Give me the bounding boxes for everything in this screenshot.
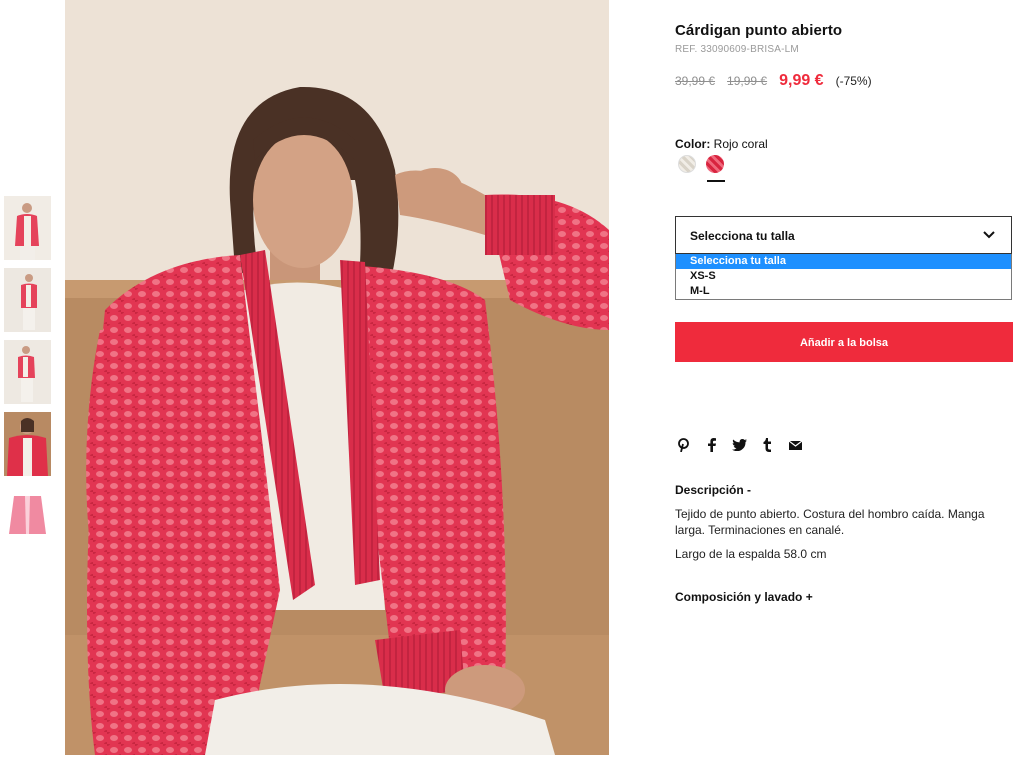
- size-options-list: Selecciona tu talla XS-S M-L: [675, 254, 1012, 300]
- size-select-value: Selecciona tu talla: [690, 229, 795, 243]
- share-icons: [675, 437, 803, 453]
- current-price: 9,99 €: [779, 72, 824, 89]
- add-to-bag-button[interactable]: Añadir a la bolsa: [675, 322, 1013, 362]
- description-heading[interactable]: Descripción -: [675, 483, 751, 497]
- thumbnail-gallery: [4, 196, 51, 556]
- size-option[interactable]: M-L: [676, 284, 1011, 299]
- thumbnail-5[interactable]: [4, 484, 51, 548]
- size-select[interactable]: Selecciona tu talla: [675, 216, 1012, 254]
- original-price: 39,99 €: [675, 74, 716, 88]
- color-swatch-crudo[interactable]: [678, 155, 696, 173]
- thumbnail-2[interactable]: [4, 268, 51, 332]
- color-label: Color:: [675, 137, 711, 151]
- previous-price: 19,99 €: [727, 74, 768, 88]
- product-reference: REF. 33090609-BRISA-LM: [675, 44, 799, 55]
- color-label-row: Color: Rojo coral: [675, 137, 768, 151]
- color-swatch-rojo-coral[interactable]: [706, 155, 725, 182]
- chevron-down-icon: [983, 231, 995, 239]
- product-main-image: [65, 0, 609, 755]
- thumbnail-1[interactable]: [4, 196, 51, 260]
- thumbnail-3[interactable]: [4, 340, 51, 404]
- tumblr-icon[interactable]: [759, 437, 775, 453]
- product-title: Cárdigan punto abierto: [675, 22, 843, 39]
- size-option[interactable]: XS-S: [676, 269, 1011, 284]
- color-swatches: [678, 155, 725, 182]
- selected-color-name: Rojo coral: [713, 137, 768, 151]
- mail-icon[interactable]: [787, 437, 803, 453]
- facebook-icon[interactable]: [703, 437, 719, 453]
- pinterest-icon[interactable]: [675, 437, 691, 453]
- twitter-icon[interactable]: [731, 437, 747, 453]
- size-option[interactable]: Selecciona tu talla: [676, 254, 1011, 269]
- price-block: 39,99 € 19,99 € 9,99 € (-75%): [675, 72, 872, 90]
- back-length-text: Largo de la espalda 58.0 cm: [675, 547, 827, 561]
- composition-heading[interactable]: Composición y lavado +: [675, 590, 813, 604]
- thumbnail-4[interactable]: [4, 412, 51, 476]
- description-text: Tejido de punto abierto. Costura del hom…: [675, 507, 985, 537]
- discount-badge: (-75%): [835, 74, 872, 88]
